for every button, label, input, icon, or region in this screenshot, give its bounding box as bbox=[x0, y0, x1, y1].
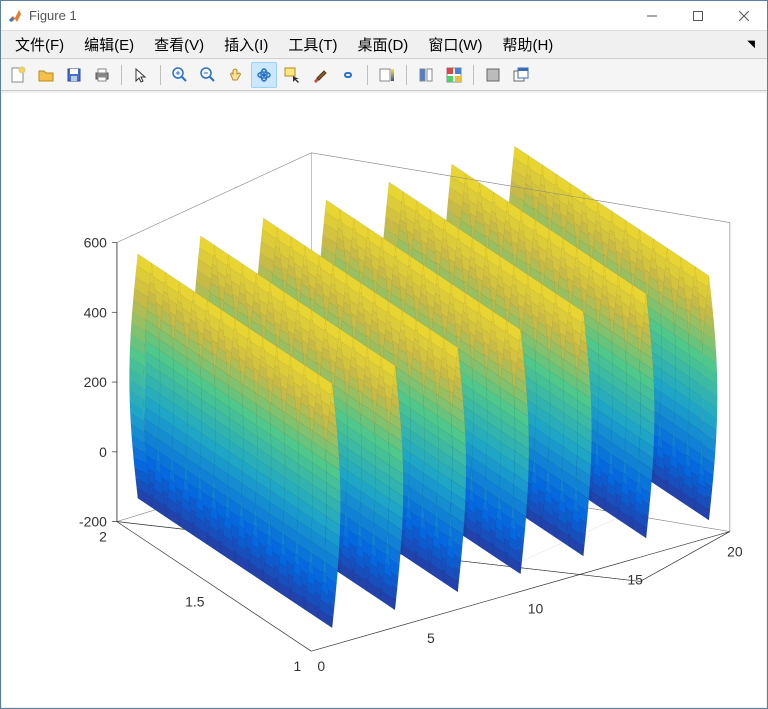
window-controls bbox=[629, 1, 767, 30]
rotate-3d-icon[interactable] bbox=[251, 62, 277, 88]
save-icon[interactable] bbox=[61, 62, 87, 88]
z-ticks: 600 400 200 0 -200 bbox=[79, 234, 117, 529]
menu-desktop[interactable]: 桌面(D) bbox=[347, 32, 418, 57]
svg-text:5: 5 bbox=[427, 630, 435, 646]
maximize-button[interactable] bbox=[675, 1, 721, 30]
open-file-icon[interactable] bbox=[33, 62, 59, 88]
surface-plot bbox=[129, 146, 717, 627]
svg-text:1.5: 1.5 bbox=[185, 593, 205, 609]
close-button[interactable] bbox=[721, 1, 767, 30]
menu-file[interactable]: 文件(F) bbox=[5, 32, 74, 57]
titlebar: Figure 1 bbox=[1, 1, 767, 31]
menubar: 文件(F) 编辑(E) 查看(V) 插入(I) 工具(T) 桌面(D) 窗口(W… bbox=[1, 31, 767, 59]
svg-text:15: 15 bbox=[627, 571, 643, 587]
menu-tools[interactable]: 工具(T) bbox=[278, 32, 347, 57]
toolbar-separator bbox=[406, 65, 407, 85]
svg-text:-200: -200 bbox=[79, 514, 107, 530]
svg-text:10: 10 bbox=[528, 600, 544, 616]
layout-icon[interactable] bbox=[441, 62, 467, 88]
pan-icon[interactable] bbox=[223, 62, 249, 88]
legend-icon[interactable] bbox=[413, 62, 439, 88]
minimize-button[interactable] bbox=[629, 1, 675, 30]
toolbar-separator bbox=[367, 65, 368, 85]
colorbar-icon[interactable] bbox=[374, 62, 400, 88]
window-title: Figure 1 bbox=[29, 8, 77, 23]
svg-text:0: 0 bbox=[317, 658, 325, 674]
svg-text:400: 400 bbox=[84, 304, 108, 320]
new-figure-icon[interactable] bbox=[5, 62, 31, 88]
dock-icon[interactable] bbox=[480, 62, 506, 88]
menu-insert[interactable]: 插入(I) bbox=[214, 32, 278, 57]
print-icon[interactable] bbox=[89, 62, 115, 88]
toolbar-separator bbox=[473, 65, 474, 85]
brush-icon[interactable] bbox=[307, 62, 333, 88]
svg-text:2: 2 bbox=[99, 529, 107, 545]
figure-window: Figure 1 文件(F) 编辑(E) 查看(V) 插入(I) 工具(T) 桌… bbox=[0, 0, 768, 709]
zoom-in-icon[interactable] bbox=[167, 62, 193, 88]
undock-icon[interactable] bbox=[508, 62, 534, 88]
menu-window[interactable]: 窗口(W) bbox=[418, 32, 492, 57]
toolbar-separator bbox=[121, 65, 122, 85]
svg-text:200: 200 bbox=[84, 374, 108, 390]
menu-dropdown-icon[interactable]: ◥ bbox=[747, 39, 763, 50]
link-icon[interactable] bbox=[335, 62, 361, 88]
svg-text:20: 20 bbox=[727, 543, 743, 559]
menu-help[interactable]: 帮助(H) bbox=[492, 32, 563, 57]
plot-area[interactable]: 600 400 200 0 -200 1 1.5 2 0 5 bbox=[2, 93, 766, 707]
pointer-icon[interactable] bbox=[128, 62, 154, 88]
matlab-icon bbox=[7, 8, 23, 24]
toolbar-separator bbox=[160, 65, 161, 85]
axes-3d[interactable]: 600 400 200 0 -200 1 1.5 2 0 5 bbox=[2, 93, 766, 707]
data-cursor-icon[interactable] bbox=[279, 62, 305, 88]
svg-text:600: 600 bbox=[84, 234, 108, 250]
svg-text:0: 0 bbox=[99, 444, 107, 460]
menu-edit[interactable]: 编辑(E) bbox=[74, 32, 144, 57]
toolbar bbox=[1, 59, 767, 91]
menu-view[interactable]: 查看(V) bbox=[144, 32, 214, 57]
zoom-out-icon[interactable] bbox=[195, 62, 221, 88]
svg-text:1: 1 bbox=[294, 658, 302, 674]
